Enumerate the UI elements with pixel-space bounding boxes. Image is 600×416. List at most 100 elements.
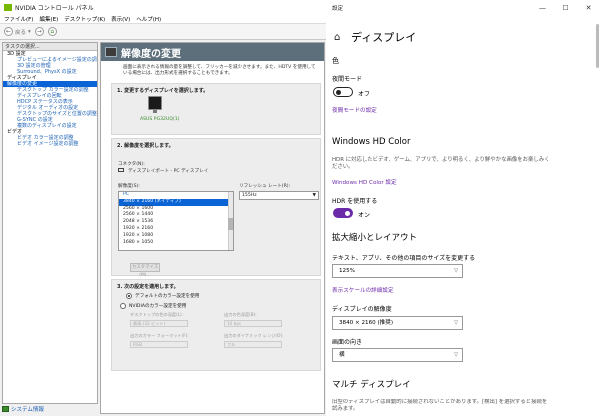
page-header: 解像度の変更 [101, 43, 324, 61]
nvidia-window-title: NVIDIA コントロール パネル [15, 4, 94, 12]
connector-label: コネクタ(N): [118, 162, 145, 167]
night-mode-label: 夜間モード [332, 76, 363, 83]
settings-scroll-thumb[interactable] [596, 24, 599, 68]
chevron-down-icon: ▼ [312, 193, 316, 198]
customize-button[interactable]: カスタマイズ(M)... [130, 263, 160, 278]
hdr-toggle[interactable] [333, 208, 353, 218]
home-button[interactable]: ⌂ [47, 27, 57, 36]
range-label: 出力のダイナミック レンジ(O): [224, 333, 284, 338]
refresh-rate-label: リフレッシュ レート(R): [239, 184, 291, 189]
page-description: 画面に表示される情報の量を調整して、フリッカーを減少させます。また、HDTV を… [123, 65, 316, 76]
page-title: 解像度の変更 [121, 48, 181, 60]
close-button[interactable]: ✕ [577, 0, 600, 16]
display-select-panel: 1. 変更するディスプレイを選択します。 ASUS PG32UQ(1) [111, 83, 321, 135]
hd-color-settings-link[interactable]: Windows HD Color 設定 [332, 178, 397, 186]
format-select[interactable]: RGB [130, 341, 188, 348]
tree-item[interactable]: ビデオ イメージ設定の調整 [3, 141, 97, 147]
chevron-down-icon: ▽ [454, 352, 458, 358]
depth-select[interactable]: 最高 (32 ビット) [130, 320, 188, 327]
maximize-button[interactable]: ☐ [554, 0, 577, 16]
radio-nvidia-color[interactable]: NVIDIAのカラー設定を使用 [120, 303, 186, 309]
resolution-panel: 2. 解像度を選択します。 コネクタ(N): ディスプレイポート - PC ディ… [111, 138, 321, 278]
settings-title-bar: 設定 — ☐ ✕ [326, 0, 600, 16]
range-select[interactable]: フル [224, 341, 282, 348]
step2-title: 2. 解像度を選択します。 [117, 143, 174, 149]
resolution-dropdown[interactable]: 3840 × 2160 (推奨) ▽ [332, 316, 463, 330]
scale-section-title: 拡大縮小とレイアウト [332, 233, 418, 243]
orientation-dropdown[interactable]: 横 ▽ [332, 348, 463, 362]
resolution-item[interactable]: 3840 × 2160 (ネイティブ) [119, 198, 233, 206]
orientation-value: 横 [339, 352, 345, 358]
night-mode-settings-link[interactable]: 夜間モードの設定 [332, 106, 377, 114]
format-label: 出力のカラー フォーマット(F): [130, 333, 189, 338]
displayport-icon [118, 168, 124, 172]
radio-default-dot [126, 293, 132, 299]
system-info-icon [2, 406, 9, 412]
resolution-item[interactable]: 1920 × 1080 [119, 233, 233, 240]
home-icon[interactable]: ⌂ [334, 32, 344, 43]
radio-nvidia-label: NVIDIAのカラー設定を使用 [129, 304, 187, 309]
resolution-group: PC [123, 192, 129, 197]
task-tree: タスクの選択... 3D 設定 プレビューによるイメージ設定の調整 3D 設定の管理… [2, 42, 98, 404]
nvidia-menu-bar: ファイル(F) 編集(E) デスクトップ(K) 表示(V) ヘルプ(H) [0, 14, 326, 24]
resolution-scroll-thumb[interactable] [228, 218, 233, 230]
bpc-label: 出力の色深度(B): [224, 312, 257, 317]
back-arrow-icon: ← [4, 27, 13, 36]
refresh-rate-value: 155Hz [242, 193, 257, 198]
color-settings-panel: 3. 次の設定を適用します。 デフォルトのカラー設定を使用 NVIDIAのカラー… [111, 279, 321, 371]
nvidia-toolbar: ← 戻る ▾ → ⌂ [0, 24, 326, 40]
resolution-item[interactable]: 1680 × 1050 [119, 240, 233, 247]
hd-color-section-title: Windows HD Color [332, 137, 411, 147]
multi-display-section-title: マルチ ディスプレイ [332, 380, 411, 390]
resolution-item[interactable]: 1920 × 2160 [119, 226, 233, 233]
minimize-button[interactable]: — [531, 0, 554, 16]
menu-desktop[interactable]: デスクトップ(K) [64, 15, 105, 23]
color-section-title: 色 [332, 57, 339, 65]
hdr-state: オン [358, 212, 371, 219]
multi-display-description: 旧型のディスプレイは自動的に接続されないことがあります。[検出] を選択すると接… [332, 399, 548, 412]
resolution-label: ディスプレイの解像度 [332, 306, 392, 313]
settings-header: ⌂ ディスプレイ [334, 29, 416, 45]
scale-value: 125% [339, 268, 355, 274]
night-mode-state: オフ [358, 91, 371, 98]
connector-value: ディスプレイポート - PC ディスプレイ [128, 169, 209, 174]
scale-label: テキスト、アプリ、その他の項目のサイズを変更する [332, 255, 476, 262]
back-dropdown-icon[interactable]: ▾ [28, 29, 31, 35]
radio-nvidia-dot [120, 303, 126, 309]
windows-settings-window: 設定 — ☐ ✕ ⌂ ディスプレイ 色 夜間モード オフ 夜間モードの設定 Wi… [326, 0, 600, 416]
hdr-label: HDR を使用する [332, 198, 378, 205]
radio-default-color[interactable]: デフォルトのカラー設定を使用 [126, 293, 199, 299]
monitor-icon[interactable] [148, 96, 162, 110]
settings-window-title: 設定 [332, 6, 344, 12]
hd-color-description: HDR に対応したビデオ、ゲーム、アプリで、より明るく、より鮮やかな画像をお楽し… [332, 157, 550, 170]
display-settings-icon [105, 47, 117, 57]
main-content: 解像度の変更 画面に表示される情報の量を調整して、フリッカーを減少させます。また… [100, 42, 325, 414]
nvidia-title-bar: NVIDIA コントロール パネル [0, 0, 326, 14]
scale-dropdown[interactable]: 125% ▽ [332, 264, 463, 278]
menu-edit[interactable]: 編集(E) [39, 15, 58, 23]
resolution-item[interactable]: 2048 × 1536 [119, 219, 233, 226]
refresh-rate-select[interactable]: 155Hz ▼ [239, 191, 319, 200]
nvidia-control-panel-window: NVIDIA コントロール パネル ファイル(F) 編集(E) デスクトップ(K… [0, 0, 327, 416]
forward-button[interactable]: → [34, 27, 44, 36]
menu-view[interactable]: 表示(V) [111, 15, 130, 23]
radio-default-label: デフォルトのカラー設定を使用 [135, 294, 200, 299]
chevron-down-icon: ▽ [454, 268, 458, 274]
monitor-label[interactable]: ASUS PG32UQ(1) [140, 117, 179, 122]
settings-scrollbar[interactable] [596, 18, 599, 414]
menu-help[interactable]: ヘルプ(H) [136, 15, 161, 23]
resolution-list[interactable]: PC 3840 × 2160 (ネイティブ) 2560 × 1600 2560 × 1… [118, 191, 234, 251]
advanced-scaling-link[interactable]: 表示スケールの詳細設定 [332, 286, 394, 294]
night-mode-toggle[interactable] [333, 87, 353, 97]
settings-page-title: ディスプレイ [351, 31, 417, 44]
system-info-label: システム情報 [11, 407, 44, 413]
tree-items: 3D 設定 プレビューによるイメージ設定の調整 3D 設定の管理 Surround、P… [3, 51, 97, 147]
bpc-select[interactable]: 10 bpc [224, 320, 282, 327]
menu-file[interactable]: ファイル(F) [4, 15, 33, 23]
resolution-items: PC 3840 × 2160 (ネイティブ) 2560 × 1600 2560 × 1… [119, 192, 233, 246]
orientation-label: 画面の向き [332, 339, 363, 346]
monitor-stand-icon [153, 110, 157, 113]
system-info-link[interactable]: システム情報 [2, 404, 44, 414]
nvidia-logo-icon [4, 3, 12, 11]
back-button[interactable]: ← 戻る ▾ [4, 27, 31, 36]
